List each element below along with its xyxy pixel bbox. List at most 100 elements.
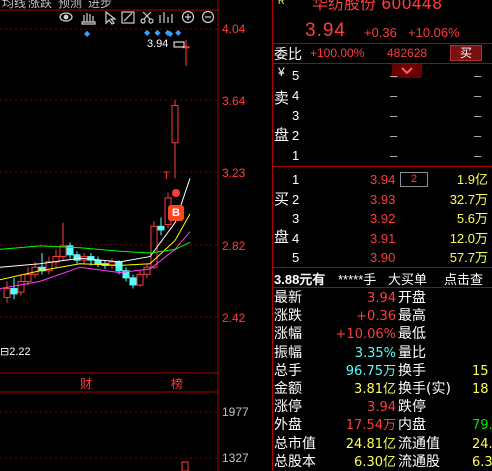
buy-level-volume: 32.7万 <box>449 192 488 207</box>
high-price-label: 3.94 <box>147 38 169 50</box>
candle-body <box>157 225 165 231</box>
stat-value-2: 6.30 <box>472 454 492 470</box>
t-marker: T <box>163 170 170 182</box>
stat-row: 总手 96.75万 换手 15 <box>272 362 492 381</box>
candle-body <box>129 277 137 286</box>
y-tick: 3.23 <box>222 166 246 180</box>
stat-row: 金额 3.81亿 换手(实) 18 <box>272 380 492 399</box>
stat-label-2: 跌停 <box>398 399 426 416</box>
candle-body <box>10 288 18 295</box>
stat-row: 振幅 3.35% 量比 <box>272 344 492 363</box>
zoom-out-icon[interactable] <box>201 10 215 24</box>
sell-level-index: 4 <box>292 88 300 103</box>
stat-label: 总手 <box>274 362 302 379</box>
stat-value: 3.94 <box>367 400 396 416</box>
sell-level-volume: – <box>474 68 482 83</box>
order-count-badge[interactable]: 2 <box>400 172 428 187</box>
buy-point-dot <box>172 189 180 197</box>
stat-value-2: 79.2 <box>472 418 492 434</box>
buy-level-row[interactable]: 2 3.93 32.7万 <box>272 190 492 209</box>
kline-chart-area[interactable]: 均线 涨跌 预测 进步 ◆ ◆ ◆ ◆ ◆ ◆ 3.94 ⊟2.22 T B 财… <box>0 0 272 471</box>
y-tick: 4.04 <box>222 22 246 36</box>
big-order-label: 大买单 <box>388 272 428 287</box>
sell-level-row[interactable]: 2 – – <box>272 126 492 145</box>
signal-diamonds: ◆ <box>84 29 91 38</box>
buy-level-volume: 57.7万 <box>449 250 488 265</box>
finance-marker[interactable]: 财 <box>80 375 92 392</box>
stat-row: 涨跌 +0.36 最高 <box>272 307 492 326</box>
tab-zhangdie[interactable]: 涨跌 <box>28 0 52 11</box>
stat-label: 最新 <box>274 290 302 306</box>
stat-label-2: 最高 <box>398 308 426 325</box>
stat-label-2: 开盘 <box>398 290 426 306</box>
sell-level-price: – <box>390 148 398 163</box>
stat-label: 涨幅 <box>274 326 302 343</box>
zoom-in-icon[interactable] <box>181 10 195 24</box>
sell-level-index: 1 <box>292 148 300 163</box>
stat-label: 外盘 <box>274 417 302 434</box>
scissors-icon[interactable] <box>140 11 154 24</box>
candle-body <box>94 259 102 265</box>
buy-level-row[interactable]: 1 3.94 1.9亿 2 <box>272 170 492 189</box>
stat-value-2: 15 <box>472 363 489 379</box>
buy-level-index: 2 <box>292 192 300 207</box>
buy-level-row[interactable]: 4 3.91 12.0万 <box>272 229 492 248</box>
stat-value-2: 24.8 <box>472 436 492 452</box>
stat-value-2: 18 <box>472 382 489 397</box>
weibi-value: +100.00% <box>310 46 365 60</box>
stat-label: 金额 <box>274 381 302 397</box>
eye-icon[interactable] <box>59 12 73 22</box>
bars-icon[interactable] <box>159 12 173 23</box>
cursor-icon[interactable] <box>105 10 117 25</box>
sell-level-row[interactable]: 4 – – <box>272 86 492 105</box>
buy-signal-badge[interactable]: B <box>168 205 184 221</box>
stat-row: 总股本 6.30亿流通股 6.30 <box>272 453 492 471</box>
hand-icon[interactable] <box>81 13 96 25</box>
current-price: 3.94 <box>305 20 346 41</box>
big-order-row[interactable]: 3.88元有 *****手 大买单 点击查 <box>272 269 492 287</box>
trade-button[interactable]: 买 <box>450 45 482 61</box>
sell-level-row[interactable]: 5 – – <box>272 66 492 85</box>
stat-value: 17.54万 <box>345 418 396 434</box>
candle-body <box>143 266 151 275</box>
text-edit-icon[interactable] <box>121 11 135 24</box>
sell-level-price: – <box>390 108 398 123</box>
sell-level-row[interactable]: 1 – – <box>272 146 492 165</box>
stat-value: +0.36 <box>356 309 396 325</box>
stat-label: 涨停 <box>274 399 302 416</box>
stat-label-2: 流通值 <box>398 435 440 452</box>
sell-level-index: 3 <box>292 108 300 123</box>
volume-tick: 1977 <box>222 405 249 419</box>
sell-level-index: 2 <box>292 128 300 143</box>
dragon-tiger-marker[interactable]: 榜 <box>171 375 183 392</box>
sell-level-volume: – <box>474 108 482 123</box>
signal-diamonds-row: ◆ ◆ ◆ ◆ <box>144 28 183 37</box>
weibi-label: 委比 <box>274 47 302 63</box>
buy-level-row[interactable]: 5 3.90 57.7万 <box>272 248 492 267</box>
buy-level-row[interactable]: 3 3.92 5.6万 <box>272 209 492 228</box>
quote-panel: R 华纺股份 600448 3.94 +0.36 +10.06% 委比 +100… <box>272 0 492 471</box>
big-order-hidden-volume: *****手 <box>338 272 377 287</box>
sell-level-price: – <box>390 68 398 83</box>
buy-level-index: 3 <box>292 211 300 226</box>
buy-level-volume: 1.9亿 <box>456 172 488 187</box>
stat-label: 总市值 <box>274 435 316 452</box>
stat-value: 3.81亿 <box>354 382 396 397</box>
stat-label-2: 内盘 <box>398 417 426 434</box>
tab-ma[interactable]: 均线 <box>2 0 26 11</box>
buy-level-price: 3.93 <box>370 192 396 207</box>
candle-body <box>17 280 25 293</box>
y-tick: 2.42 <box>222 311 246 325</box>
sell-level-volume: – <box>474 148 482 163</box>
sell-level-row[interactable]: 3 – – <box>272 106 492 125</box>
kline-chart[interactable] <box>0 0 272 471</box>
stat-label-2: 换手 <box>398 362 426 379</box>
high-marker-box <box>173 41 185 48</box>
buy-level-price: 3.92 <box>370 211 396 226</box>
stat-value: 3.94 <box>367 291 396 306</box>
stat-label-2: 最低 <box>398 326 426 343</box>
stat-value: 6.30亿 <box>354 454 396 470</box>
stat-row: 涨幅 +10.06% 最低 <box>272 325 492 344</box>
big-order-link[interactable]: 点击查 <box>444 269 483 288</box>
stat-row: 总市值 24.81亿流通值 24.8 <box>272 435 492 454</box>
